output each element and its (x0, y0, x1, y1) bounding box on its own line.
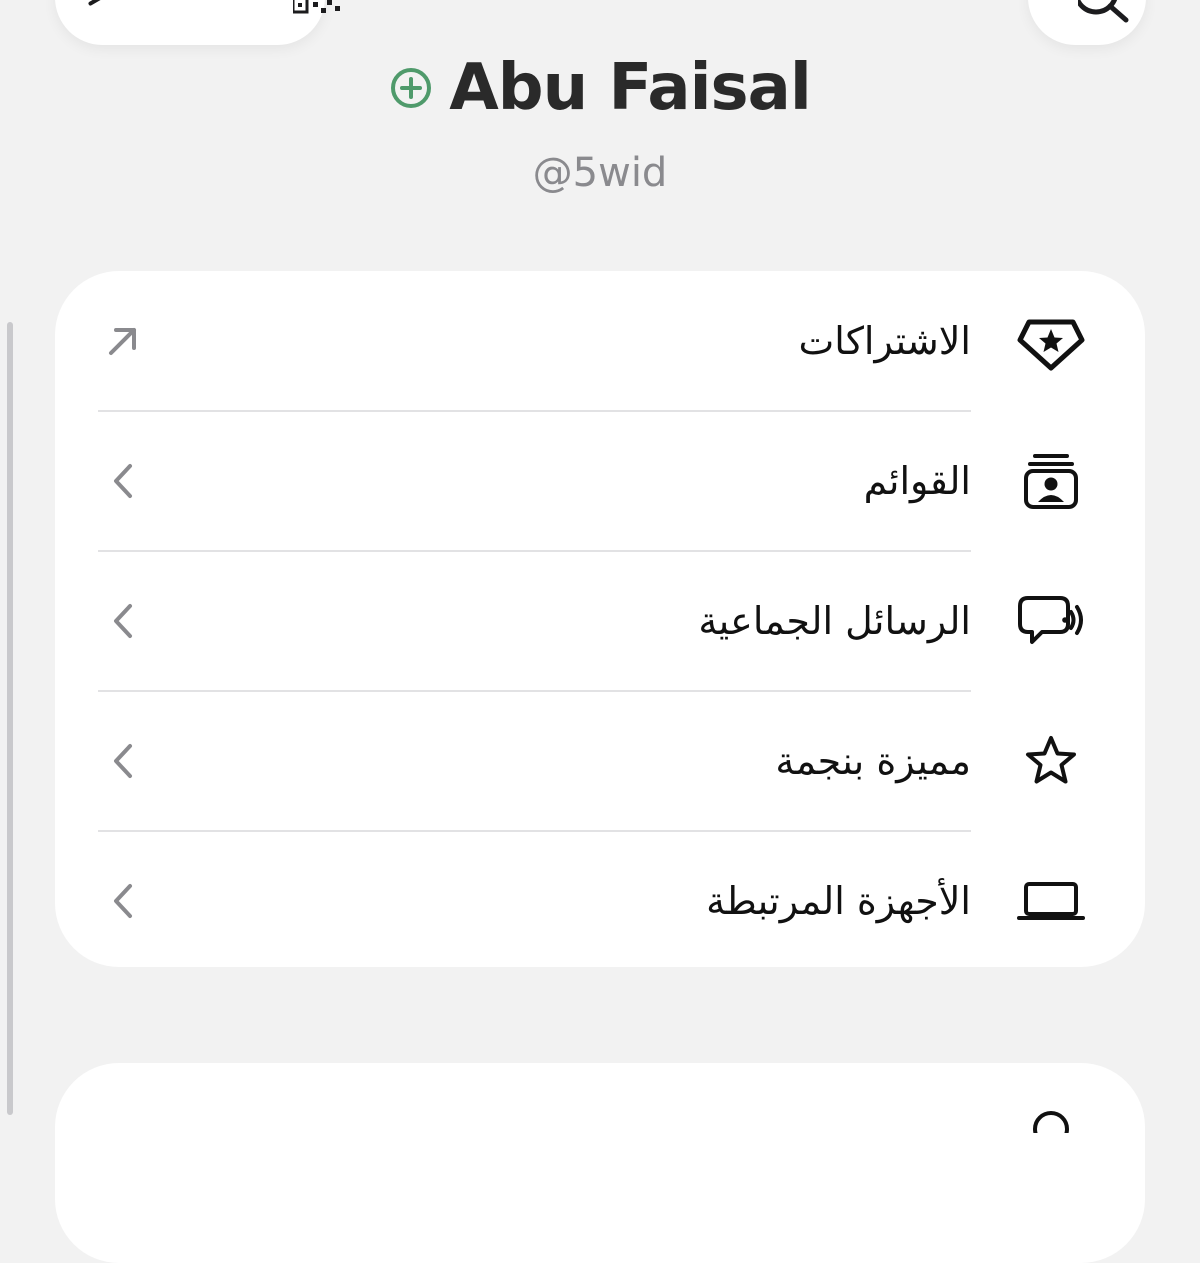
menu-item-label: الأجهزة المرتبطة (706, 879, 971, 923)
edit-icon[interactable] (87, 0, 113, 7)
menu-item-broadcast-lists[interactable]: الرسائل الجماعية (55, 551, 1145, 692)
external-link-icon (103, 317, 143, 365)
chevron-left-icon (103, 737, 143, 785)
contact-list-icon (1015, 449, 1087, 513)
chevron-left-icon (103, 457, 143, 505)
star-icon (1015, 729, 1087, 793)
laptop-icon (1015, 869, 1087, 933)
qr-code-icon[interactable] (293, 0, 345, 14)
menu-item-label: مميزة بنجمة (775, 739, 971, 783)
menu-item-linked-devices[interactable]: الأجهزة المرتبطة (55, 831, 1145, 971)
profile-header: Abu Faisal (0, 48, 1200, 128)
menu-item-label: الاشتراكات (798, 319, 971, 363)
profile-name[interactable]: Abu Faisal (449, 51, 811, 125)
header-left-pill[interactable] (55, 0, 340, 45)
profile-handle: @5wid (532, 150, 668, 196)
search-icon (1078, 0, 1129, 23)
scroll-indicator[interactable] (7, 322, 13, 1115)
add-status-icon[interactable] (389, 66, 433, 110)
broadcast-bubble-icon (1015, 589, 1087, 653)
settings-menu-card: الاشتراكات القوائم الرسائل الجماعية مميز… (55, 271, 1145, 967)
menu-item-starred[interactable]: مميزة بنجمة (55, 691, 1145, 832)
menu-item-subscriptions[interactable]: الاشتراكات (55, 271, 1145, 412)
next-settings-card (55, 1063, 1145, 1263)
menu-item-label: الرسائل الجماعية (698, 599, 971, 643)
badge-star-icon (1015, 309, 1087, 373)
menu-item-lists[interactable]: القوائم (55, 411, 1145, 552)
search-button[interactable] (1028, 0, 1146, 45)
chevron-left-icon (103, 877, 143, 925)
chevron-left-icon (103, 597, 143, 645)
menu-item-label: القوائم (863, 459, 971, 503)
location-pin-icon (1033, 1111, 1069, 1133)
